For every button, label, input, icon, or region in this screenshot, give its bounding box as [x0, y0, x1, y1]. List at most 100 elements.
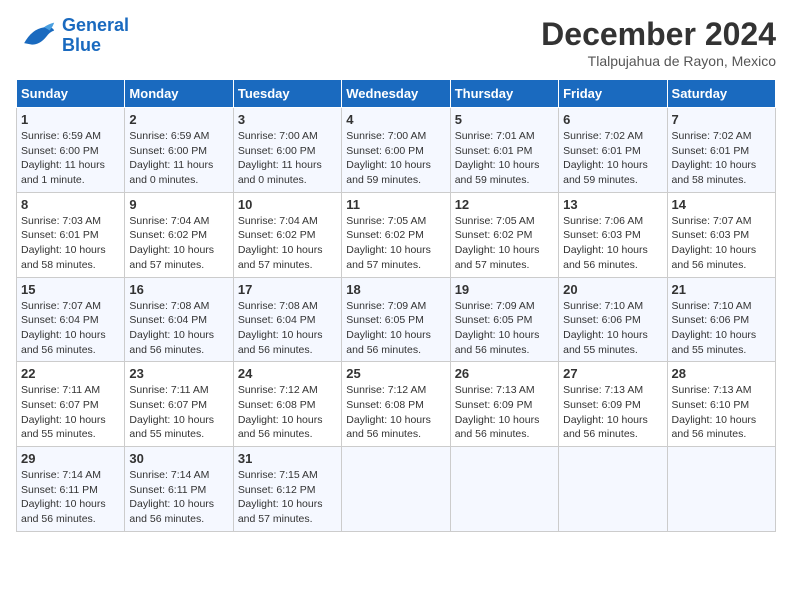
day-number: 29: [21, 451, 120, 466]
day-number: 26: [455, 366, 554, 381]
page-header: General Blue December 2024 Tlalpujahua d…: [16, 16, 776, 69]
calendar-day-cell: 14 Sunrise: 7:07 AM Sunset: 6:03 PM Dayli…: [667, 192, 775, 277]
day-number: 17: [238, 282, 337, 297]
day-number: 11: [346, 197, 445, 212]
calendar-header-row: SundayMondayTuesdayWednesdayThursdayFrid…: [17, 80, 776, 108]
col-header-tuesday: Tuesday: [233, 80, 341, 108]
day-number: 16: [129, 282, 228, 297]
day-info: Sunrise: 7:00 AM Sunset: 6:00 PM Dayligh…: [238, 129, 337, 188]
location: Tlalpujahua de Rayon, Mexico: [541, 53, 776, 69]
day-info: Sunrise: 7:02 AM Sunset: 6:01 PM Dayligh…: [672, 129, 771, 188]
calendar-day-cell: 15 Sunrise: 7:07 AM Sunset: 6:04 PM Dayli…: [17, 277, 125, 362]
calendar-day-cell: 17 Sunrise: 7:08 AM Sunset: 6:04 PM Dayli…: [233, 277, 341, 362]
day-number: 5: [455, 112, 554, 127]
calendar-day-cell: 9 Sunrise: 7:04 AM Sunset: 6:02 PM Daylig…: [125, 192, 233, 277]
col-header-sunday: Sunday: [17, 80, 125, 108]
day-info: Sunrise: 6:59 AM Sunset: 6:00 PM Dayligh…: [21, 129, 120, 188]
day-number: 22: [21, 366, 120, 381]
calendar-day-cell: 19 Sunrise: 7:09 AM Sunset: 6:05 PM Dayli…: [450, 277, 558, 362]
day-number: 25: [346, 366, 445, 381]
col-header-friday: Friday: [559, 80, 667, 108]
day-number: 18: [346, 282, 445, 297]
day-info: Sunrise: 7:09 AM Sunset: 6:05 PM Dayligh…: [346, 299, 445, 358]
calendar-day-cell: [450, 447, 558, 532]
calendar-week-row: 29 Sunrise: 7:14 AM Sunset: 6:11 PM Dayli…: [17, 447, 776, 532]
calendar-day-cell: 24 Sunrise: 7:12 AM Sunset: 6:08 PM Dayli…: [233, 362, 341, 447]
calendar-day-cell: 2Sunrise: 6:59 AM Sunset: 6:00 PM Daylig…: [125, 108, 233, 193]
calendar-day-cell: 4 Sunrise: 7:00 AM Sunset: 6:00 PM Daylig…: [342, 108, 450, 193]
calendar-day-cell: 13Sunrise: 7:06 AM Sunset: 6:03 PM Dayli…: [559, 192, 667, 277]
day-number: 13: [563, 197, 662, 212]
month-title: December 2024: [541, 16, 776, 53]
calendar-table: SundayMondayTuesdayWednesdayThursdayFrid…: [16, 79, 776, 532]
day-info: Sunrise: 7:07 AM Sunset: 6:03 PM Dayligh…: [672, 214, 771, 273]
day-info: Sunrise: 7:11 AM Sunset: 6:07 PM Dayligh…: [129, 383, 228, 442]
calendar-day-cell: 27 Sunrise: 7:13 AM Sunset: 6:09 PM Dayli…: [559, 362, 667, 447]
day-info: Sunrise: 7:00 AM Sunset: 6:00 PM Dayligh…: [346, 129, 445, 188]
day-info: Sunrise: 6:59 AM Sunset: 6:00 PM Dayligh…: [129, 129, 228, 188]
day-number: 4: [346, 112, 445, 127]
day-number: 7: [672, 112, 771, 127]
calendar-week-row: 1 Sunrise: 6:59 AM Sunset: 6:00 PM Daylig…: [17, 108, 776, 193]
day-info: Sunrise: 7:13 AM Sunset: 6:10 PM Dayligh…: [672, 383, 771, 442]
day-info: Sunrise: 7:08 AM Sunset: 6:04 PM Dayligh…: [238, 299, 337, 358]
day-info: Sunrise: 7:10 AM Sunset: 6:06 PM Dayligh…: [672, 299, 771, 358]
day-number: 12: [455, 197, 554, 212]
title-block: December 2024 Tlalpujahua de Rayon, Mexi…: [541, 16, 776, 69]
calendar-day-cell: 7 Sunrise: 7:02 AM Sunset: 6:01 PM Daylig…: [667, 108, 775, 193]
calendar-day-cell: 26Sunrise: 7:13 AM Sunset: 6:09 PM Dayli…: [450, 362, 558, 447]
col-header-saturday: Saturday: [667, 80, 775, 108]
day-info: Sunrise: 7:09 AM Sunset: 6:05 PM Dayligh…: [455, 299, 554, 358]
day-info: Sunrise: 7:14 AM Sunset: 6:11 PM Dayligh…: [21, 468, 120, 527]
day-info: Sunrise: 7:02 AM Sunset: 6:01 PM Dayligh…: [563, 129, 662, 188]
calendar-week-row: 22 Sunrise: 7:11 AM Sunset: 6:07 PM Dayli…: [17, 362, 776, 447]
day-info: Sunrise: 7:15 AM Sunset: 6:12 PM Dayligh…: [238, 468, 337, 527]
calendar-day-cell: 5Sunrise: 7:01 AM Sunset: 6:01 PM Daylig…: [450, 108, 558, 193]
day-number: 27: [563, 366, 662, 381]
calendar-day-cell: [342, 447, 450, 532]
day-info: Sunrise: 7:12 AM Sunset: 6:08 PM Dayligh…: [238, 383, 337, 442]
day-info: Sunrise: 7:14 AM Sunset: 6:11 PM Dayligh…: [129, 468, 228, 527]
day-info: Sunrise: 7:04 AM Sunset: 6:02 PM Dayligh…: [238, 214, 337, 273]
day-info: Sunrise: 7:05 AM Sunset: 6:02 PM Dayligh…: [455, 214, 554, 273]
calendar-day-cell: 11 Sunrise: 7:05 AM Sunset: 6:02 PM Dayli…: [342, 192, 450, 277]
day-number: 31: [238, 451, 337, 466]
calendar-day-cell: 3 Sunrise: 7:00 AM Sunset: 6:00 PM Daylig…: [233, 108, 341, 193]
calendar-day-cell: 12 Sunrise: 7:05 AM Sunset: 6:02 PM Dayli…: [450, 192, 558, 277]
day-number: 15: [21, 282, 120, 297]
calendar-day-cell: 29 Sunrise: 7:14 AM Sunset: 6:11 PM Dayli…: [17, 447, 125, 532]
day-number: 28: [672, 366, 771, 381]
day-number: 24: [238, 366, 337, 381]
day-number: 1: [21, 112, 120, 127]
day-number: 20: [563, 282, 662, 297]
col-header-monday: Monday: [125, 80, 233, 108]
day-number: 9: [129, 197, 228, 212]
calendar-day-cell: [667, 447, 775, 532]
calendar-day-cell: 22Sunrise: 7:11 AM Sunset: 6:07 PM Dayli…: [17, 362, 125, 447]
day-info: Sunrise: 7:04 AM Sunset: 6:02 PM Dayligh…: [129, 214, 228, 273]
col-header-wednesday: Wednesday: [342, 80, 450, 108]
day-info: Sunrise: 7:07 AM Sunset: 6:04 PM Dayligh…: [21, 299, 120, 358]
day-info: Sunrise: 7:10 AM Sunset: 6:06 PM Dayligh…: [563, 299, 662, 358]
day-info: Sunrise: 7:12 AM Sunset: 6:08 PM Dayligh…: [346, 383, 445, 442]
day-info: Sunrise: 7:03 AM Sunset: 6:01 PM Dayligh…: [21, 214, 120, 273]
day-number: 3: [238, 112, 337, 127]
calendar-day-cell: 8Sunrise: 7:03 AM Sunset: 6:01 PM Daylig…: [17, 192, 125, 277]
day-number: 19: [455, 282, 554, 297]
calendar-day-cell: 10Sunrise: 7:04 AM Sunset: 6:02 PM Dayli…: [233, 192, 341, 277]
day-number: 23: [129, 366, 228, 381]
calendar-day-cell: 16 Sunrise: 7:08 AM Sunset: 6:04 PM Dayli…: [125, 277, 233, 362]
day-info: Sunrise: 7:13 AM Sunset: 6:09 PM Dayligh…: [563, 383, 662, 442]
day-number: 6: [563, 112, 662, 127]
calendar-day-cell: 21Sunrise: 7:10 AM Sunset: 6:06 PM Dayli…: [667, 277, 775, 362]
calendar-day-cell: 28 Sunrise: 7:13 AM Sunset: 6:10 PM Dayli…: [667, 362, 775, 447]
day-info: Sunrise: 7:08 AM Sunset: 6:04 PM Dayligh…: [129, 299, 228, 358]
calendar-week-row: 8Sunrise: 7:03 AM Sunset: 6:01 PM Daylig…: [17, 192, 776, 277]
day-number: 14: [672, 197, 771, 212]
day-info: Sunrise: 7:05 AM Sunset: 6:02 PM Dayligh…: [346, 214, 445, 273]
calendar-day-cell: [559, 447, 667, 532]
calendar-day-cell: 25 Sunrise: 7:12 AM Sunset: 6:08 PM Dayli…: [342, 362, 450, 447]
calendar-day-cell: 1 Sunrise: 6:59 AM Sunset: 6:00 PM Daylig…: [17, 108, 125, 193]
logo: General Blue: [16, 16, 129, 56]
calendar-day-cell: 20 Sunrise: 7:10 AM Sunset: 6:06 PM Dayli…: [559, 277, 667, 362]
